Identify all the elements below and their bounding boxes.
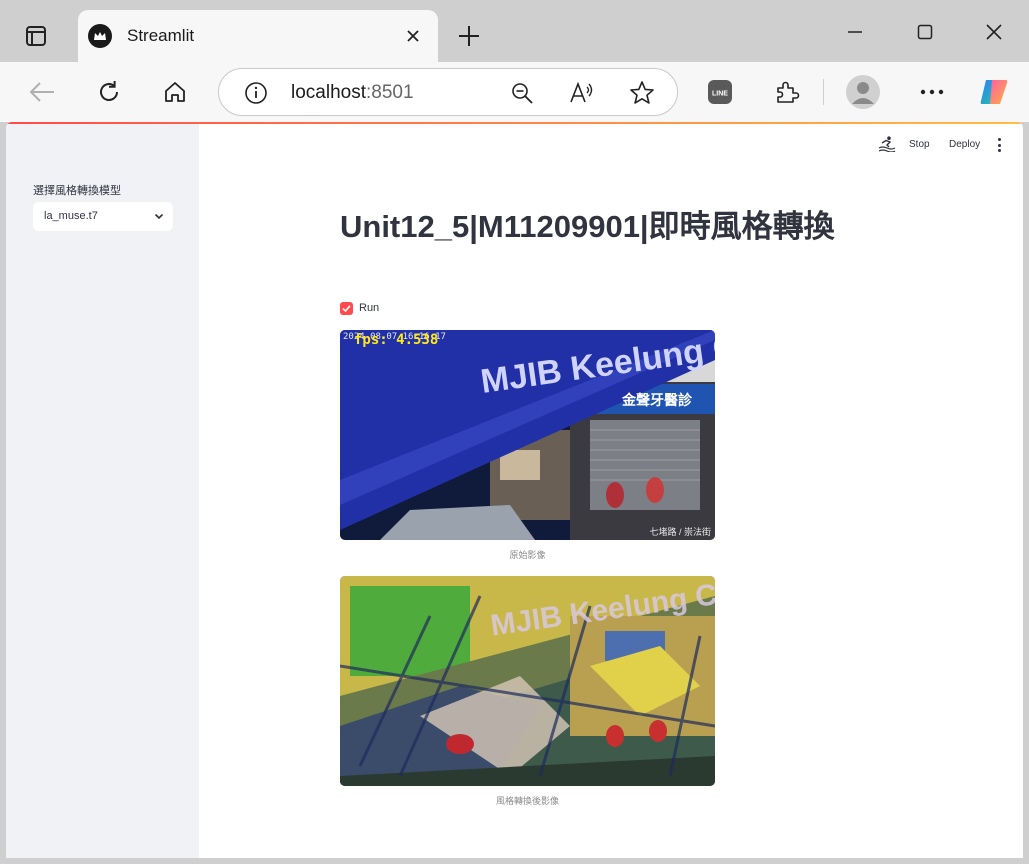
minimize-button[interactable] (840, 18, 870, 46)
tab-actions-icon (26, 26, 46, 46)
page-title: Unit12_5|M11209901|即時風格轉換 (340, 209, 835, 244)
tab-actions-button[interactable] (14, 14, 58, 58)
url-text[interactable]: localhost:8501 (291, 82, 414, 104)
zoom-out-icon[interactable] (509, 80, 535, 106)
page-viewport: 選擇風格轉換模型 la_muse.t7 Stop Deploy Unit12_5… (6, 122, 1023, 858)
original-frame-image: MJIB Keelung City 金聲牙醫診 (340, 330, 715, 540)
model-select-value: la_muse.t7 (44, 210, 98, 222)
fps-overlay: fps: 4.538 (354, 332, 439, 348)
streamlit-favicon-icon (88, 24, 112, 48)
browser-titlebar: Streamlit (0, 0, 1029, 62)
back-button[interactable] (26, 76, 58, 108)
read-aloud-icon[interactable] (569, 80, 595, 106)
svg-text:LINE: LINE (712, 91, 728, 98)
line-extension-icon[interactable]: LINE (704, 76, 736, 108)
run-checkbox-label[interactable]: Run (359, 302, 379, 314)
url-host: localhost (291, 82, 366, 103)
stop-button[interactable]: Stop (909, 139, 930, 150)
street-overlay: 七堵路 / 崇法街 (649, 527, 711, 537)
styled-frame-image: MJIB Keelung City (340, 576, 715, 786)
more-options-icon[interactable] (916, 76, 948, 108)
maximize-button[interactable] (910, 18, 940, 46)
reload-icon (100, 81, 118, 101)
site-info-icon[interactable] (243, 80, 269, 106)
home-icon (165, 82, 185, 102)
maximize-icon (917, 24, 933, 40)
url-port: :8501 (366, 82, 414, 103)
profile-avatar[interactable] (845, 74, 881, 110)
new-tab-button[interactable] (455, 22, 483, 50)
back-arrow-icon (29, 82, 54, 102)
home-button[interactable] (159, 76, 191, 108)
reload-button[interactable] (93, 76, 125, 108)
toolbar-separator (823, 79, 824, 105)
close-icon (986, 24, 1002, 40)
dental-sign-text: 金聲牙醫診 (621, 392, 693, 409)
plus-icon (459, 26, 479, 46)
styled-video-frame: MJIB Keelung City (340, 576, 715, 786)
favorite-star-icon[interactable] (629, 80, 655, 106)
original-video-frame: MJIB Keelung City 金聲牙醫診 2024-08-07 16:16… (340, 330, 715, 540)
tab-close-icon[interactable] (401, 24, 425, 48)
browser-toolbar: localhost:8501 LINE (0, 62, 1029, 122)
minimize-icon (848, 31, 862, 33)
model-select-label: 選擇風格轉換模型 (33, 185, 121, 197)
copilot-icon[interactable] (978, 76, 1010, 108)
close-window-button[interactable] (979, 18, 1009, 46)
deploy-button[interactable]: Deploy (949, 139, 980, 150)
extensions-puzzle-icon[interactable] (771, 76, 803, 108)
checkmark-icon (342, 305, 351, 313)
main-menu-icon[interactable] (994, 138, 1004, 152)
original-frame-caption: 原始影像 (509, 550, 546, 560)
running-man-icon (878, 136, 896, 152)
tab-title: Streamlit (127, 26, 195, 45)
model-select[interactable]: la_muse.t7 (33, 202, 173, 231)
browser-tab[interactable]: Streamlit (78, 10, 438, 62)
chevron-down-icon (154, 213, 164, 220)
styled-frame-caption: 風格轉換後影像 (495, 796, 559, 806)
run-checkbox[interactable] (340, 302, 353, 315)
address-bar[interactable]: localhost:8501 (218, 68, 678, 116)
sidebar: 選擇風格轉換模型 la_muse.t7 (6, 124, 199, 858)
